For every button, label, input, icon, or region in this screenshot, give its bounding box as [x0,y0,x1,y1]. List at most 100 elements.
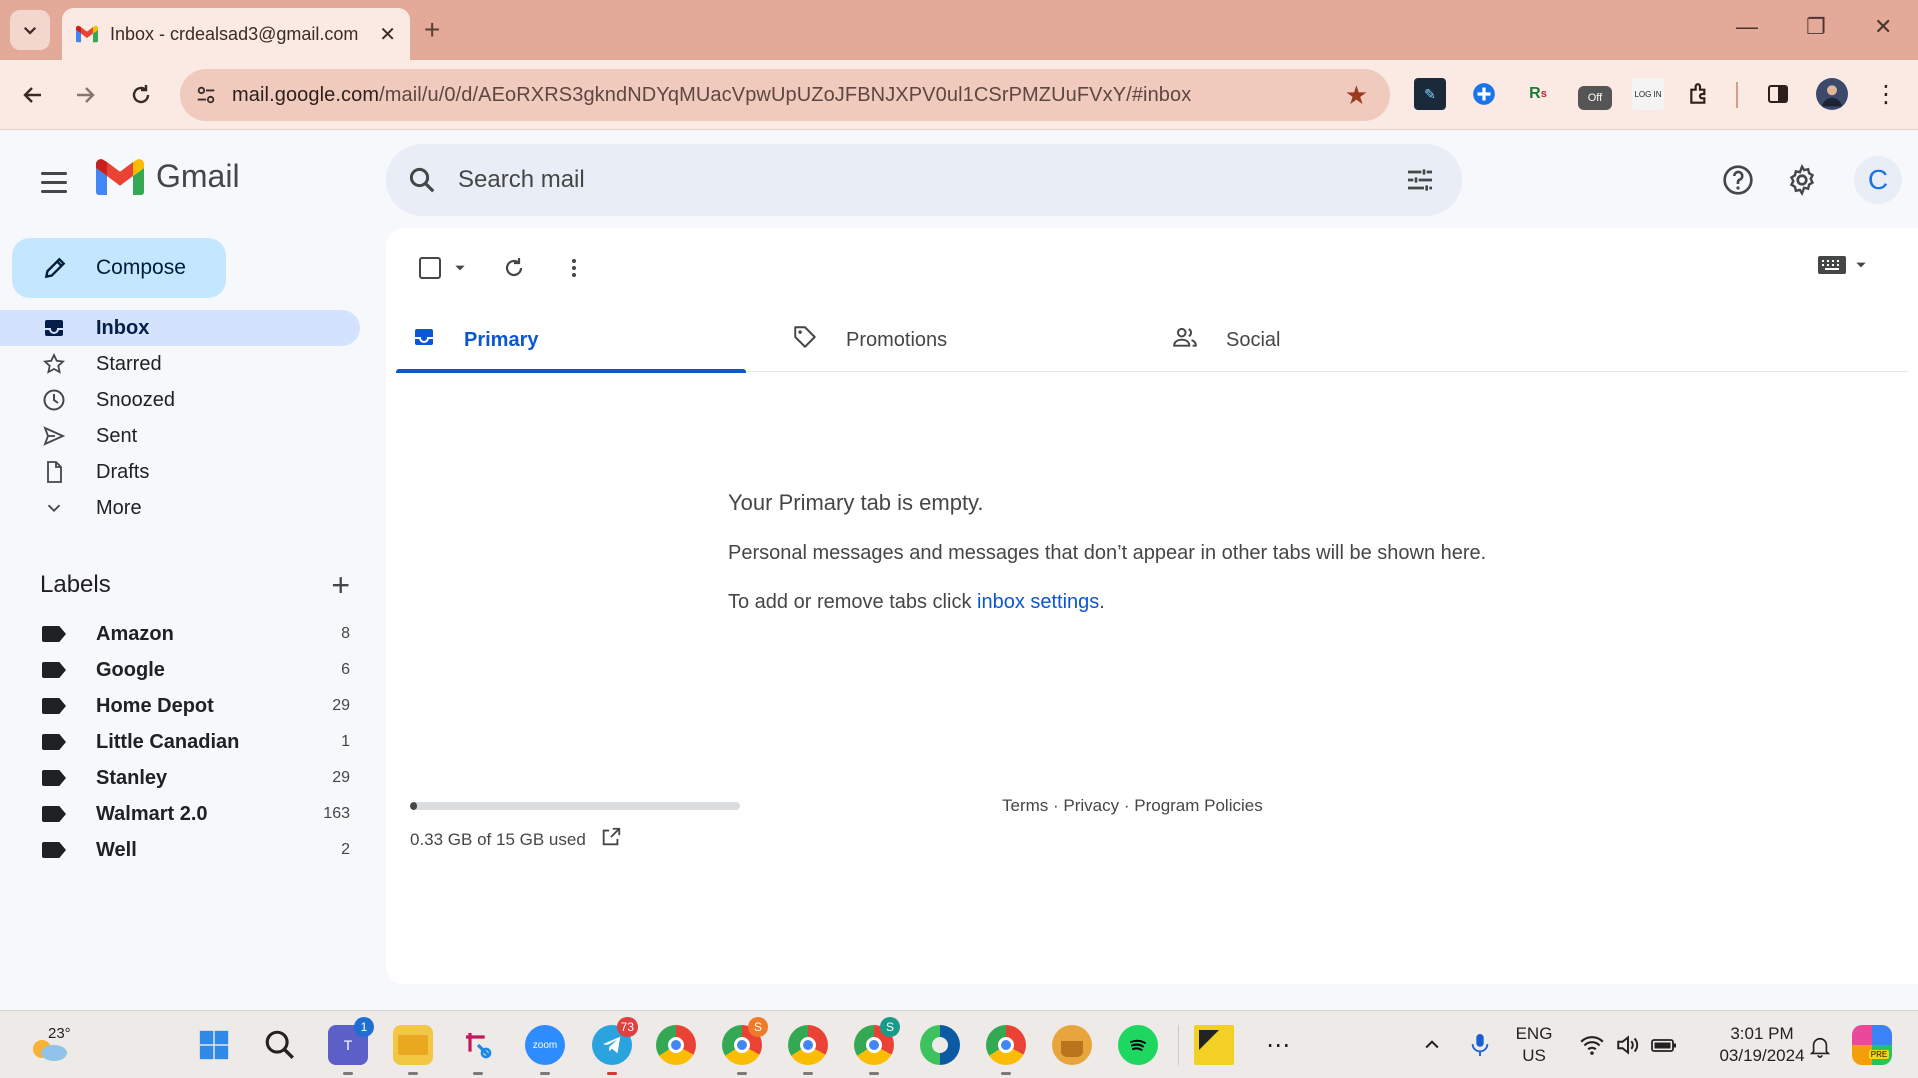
telegram-icon[interactable]: 73 [592,1017,638,1075]
browser-tab-gmail[interactable]: Inbox - crdealsad3@gmail.com ✕ [62,8,410,60]
send-icon [40,422,68,450]
draft-icon [40,458,68,486]
tab-promotions[interactable]: Promotions [776,308,1126,372]
notifications-bell-icon[interactable] [1800,1027,1840,1067]
privacy-link[interactable]: Privacy [1063,796,1119,815]
tab-search-button[interactable] [10,10,50,50]
label-item-stanley[interactable]: Stanley 29 [0,760,360,796]
sidebar-item-inbox[interactable]: Inbox [0,310,360,346]
extension-1-icon[interactable]: ✎ [1414,78,1446,110]
extensions-puzzle-icon[interactable] [1684,78,1716,110]
teams-badge: 1 [354,1017,374,1037]
copilot-icon[interactable]: PRE [1852,1025,1892,1065]
extension-3-icon[interactable]: Rs [1522,78,1554,110]
extension-login-icon[interactable]: LOG IN [1632,78,1664,110]
chevron-down-icon [1856,262,1866,268]
spotify-icon[interactable] [1118,1025,1158,1065]
tab-label: Social [1226,328,1281,351]
arrow-left-icon [23,87,41,103]
settings-gear-icon[interactable] [1780,158,1824,202]
language-indicator[interactable]: ENG US [1506,1023,1562,1067]
sidebar-nav: Inbox Starred Snoozed Sent Drafts More [0,310,360,526]
chrome-profile-1-icon[interactable] [656,1025,696,1065]
reload-button[interactable] [122,76,160,114]
side-panel-icon[interactable] [1762,78,1794,110]
label-item-walmart[interactable]: Walmart 2.0 163 [0,796,360,832]
empty-state: Your Primary tab is empty. Personal mess… [728,490,1486,614]
program-policies-link[interactable]: Program Policies [1134,796,1263,815]
label-item-well[interactable]: Well 2 [0,832,360,868]
inbox-settings-link[interactable]: inbox settings [977,591,1099,613]
label-item-home-depot[interactable]: Home Depot 29 [0,688,360,724]
address-bar[interactable]: mail.google.com/mail/u/0/d/AEoRXRS3gkndN… [180,69,1390,121]
hint-prefix: To add or remove tabs click [728,591,977,613]
refresh-icon[interactable] [494,248,534,288]
label-item-little-canadian[interactable]: Little Canadian 1 [0,724,360,760]
restore-icon[interactable]: ❐ [1806,14,1826,40]
snipping-tool-icon[interactable] [458,1025,498,1075]
gmail-logo-icon [96,158,144,195]
forward-button[interactable] [66,76,104,114]
chrome-profile-5-icon[interactable] [986,1025,1026,1075]
extension-off-icon[interactable]: Off [1578,86,1612,110]
new-tab-button[interactable]: + [424,14,440,46]
label-item-amazon[interactable]: Amazon 8 [0,616,360,652]
help-icon[interactable] [1716,158,1760,202]
taskbar-search-icon[interactable] [260,1025,300,1065]
terms-link[interactable]: Terms [1002,796,1048,815]
teams-icon[interactable]: T1 [328,1017,374,1075]
sidebar-item-label: Inbox [96,316,150,339]
chevron-down-icon [23,26,37,35]
select-all-checkbox[interactable] [410,248,450,288]
people-icon [1172,324,1198,356]
battery-icon[interactable] [1644,1025,1684,1065]
add-label-icon[interactable]: + [331,567,350,604]
compose-button[interactable]: Compose [12,238,226,298]
back-button[interactable] [14,76,52,114]
main-menu-button[interactable] [32,160,76,204]
extension-2-icon[interactable] [1468,78,1500,110]
file-explorer-icon[interactable] [393,1025,433,1075]
tab-social[interactable]: Social [1156,308,1506,372]
tab-primary[interactable]: Primary [396,308,746,373]
site-info-icon[interactable] [180,69,232,121]
account-avatar[interactable]: C [1854,156,1902,204]
show-hidden-icons-icon[interactable] [1412,1025,1452,1065]
sidebar-item-starred[interactable]: Starred [0,346,360,382]
minimize-icon[interactable]: — [1736,14,1758,40]
edge-icon[interactable] [920,1025,960,1065]
select-options-icon[interactable] [450,248,470,288]
gmail-logo[interactable]: Gmail [96,158,240,195]
start-menu-icon[interactable] [194,1025,234,1065]
microphone-icon[interactable] [1460,1025,1500,1065]
search-icon[interactable] [386,144,458,216]
zoom-icon[interactable]: zoom [525,1025,565,1075]
empty-state-title: Your Primary tab is empty. [728,490,984,515]
input-tools-button[interactable] [1818,256,1868,274]
browser-toolbar: mail.google.com/mail/u/0/d/AEoRXRS3gkndN… [0,60,1918,130]
chrome-profile-2-icon[interactable]: S [722,1017,768,1075]
wifi-icon[interactable] [1572,1025,1612,1065]
sidebar-item-drafts[interactable]: Drafts [0,454,360,490]
label-item-google[interactable]: Google 6 [0,652,360,688]
bookmark-star-icon[interactable]: ★ [1345,80,1368,111]
sticky-notes-icon[interactable] [1194,1025,1234,1065]
more-options-icon[interactable] [554,248,594,288]
app-bucket-icon[interactable] [1052,1025,1092,1065]
sidebar-item-sent[interactable]: Sent [0,418,360,454]
close-tab-icon[interactable]: ✕ [379,22,396,47]
volume-icon[interactable] [1608,1025,1648,1065]
window-close-icon[interactable]: ✕ [1874,14,1892,40]
search-bar[interactable] [386,144,1462,216]
language-code: ENG [1515,1024,1553,1043]
search-options-icon[interactable] [1404,164,1436,201]
search-input[interactable] [458,166,1358,194]
chrome-profile-4-icon[interactable]: S [854,1017,900,1075]
sidebar-item-more[interactable]: More [0,490,360,526]
profile-avatar[interactable] [1816,78,1848,110]
open-external-icon[interactable] [600,826,622,853]
sidebar-item-snoozed[interactable]: Snoozed [0,382,360,418]
more-apps-icon[interactable]: ⋯ [1258,1025,1298,1065]
chrome-profile-3-icon[interactable] [788,1025,828,1075]
browser-menu-icon[interactable]: ⋮ [1870,78,1902,110]
